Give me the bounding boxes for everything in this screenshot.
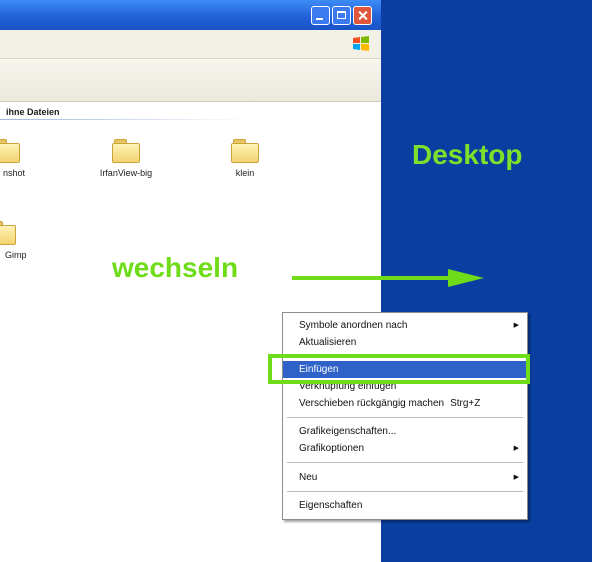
menu-separator (287, 491, 523, 492)
menu-item-arrange-icons[interactable]: Symbole anordnen nach ▶ (283, 317, 527, 334)
group-header: ihne Dateien (6, 107, 60, 117)
folder-item[interactable]: nshot (0, 138, 36, 178)
menu-item-shortcut: Strg+Z (450, 398, 481, 409)
menu-item-label: Verschieben rückgängig machen (299, 398, 445, 409)
menu-item-refresh[interactable]: Aktualisieren (283, 334, 527, 351)
submenu-arrow-icon: ▶ (513, 474, 519, 481)
menu-item-new[interactable]: Neu ▶ (283, 469, 527, 486)
close-button[interactable] (353, 6, 372, 25)
windows-logo-icon (353, 36, 369, 51)
menu-item-properties[interactable]: Eigenschaften (283, 497, 527, 514)
menu-separator (287, 462, 523, 463)
menu-item-graphics-properties[interactable]: Grafikeigenschaften... (283, 423, 527, 440)
context-menu: Symbole anordnen nach ▶ Aktualisieren Ei… (282, 312, 528, 520)
menu-item-label: Eigenschaften (299, 500, 363, 511)
desktop-label: Desktop (412, 139, 523, 170)
menu-separator (287, 417, 523, 418)
folder-item[interactable]: klein (222, 138, 268, 178)
menu-item-label: Grafikoptionen (299, 443, 365, 454)
menu-item-graphics-options[interactable]: Grafikoptionen ▶ (283, 440, 527, 457)
folder-item[interactable]: IrfanView-big (88, 138, 164, 178)
folder-icon (0, 220, 16, 245)
folder-label: IrfanView-big (99, 168, 153, 178)
folder-label: klein (235, 168, 255, 178)
menu-item-label: Neu (299, 472, 318, 483)
folder-item[interactable]: Gimp (0, 220, 30, 260)
group-divider (0, 119, 250, 120)
folder-icon (112, 138, 140, 163)
menu-item-undo-move[interactable]: Verschieben rückgängig machen Strg+Z (283, 395, 527, 412)
menu-item-label: Grafikeigenschaften... (299, 426, 397, 437)
switch-annotation-label: wechseln (112, 252, 239, 283)
toolbar (0, 59, 381, 102)
folder-label: nshot (3, 168, 26, 178)
submenu-arrow-icon: ▶ (513, 445, 519, 452)
folder-label: Gimp (5, 250, 27, 260)
menu-bar (0, 30, 381, 59)
maximize-button[interactable] (332, 6, 351, 25)
minimize-button[interactable] (311, 6, 330, 25)
submenu-arrow-icon: ▶ (513, 322, 519, 329)
menu-item-label: Aktualisieren (299, 337, 357, 348)
folder-icon (231, 138, 259, 163)
menu-item-label: Symbole anordnen nach (299, 320, 408, 331)
arrow-right-icon (292, 269, 484, 287)
paste-highlight-box (268, 354, 530, 384)
folder-icon (0, 138, 20, 163)
window-titlebar[interactable] (0, 0, 381, 30)
